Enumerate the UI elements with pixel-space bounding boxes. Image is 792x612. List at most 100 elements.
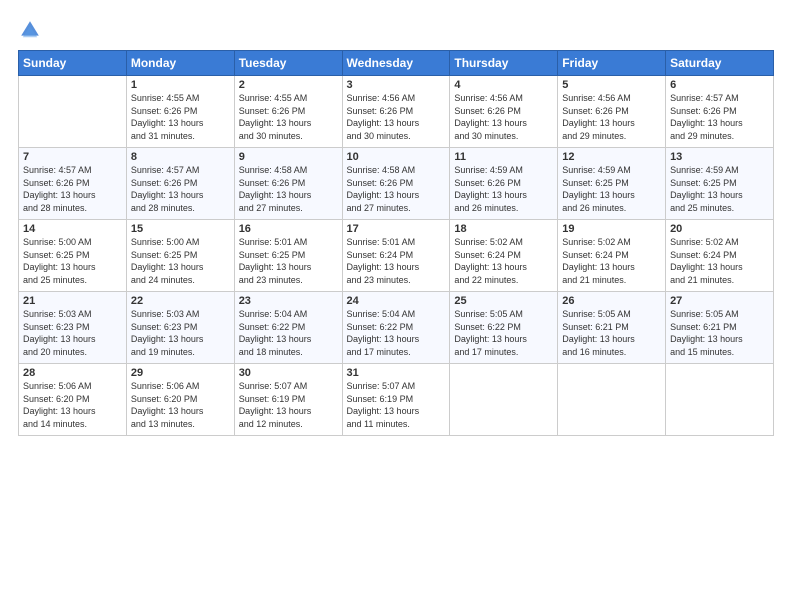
week-row: 14Sunrise: 5:00 AM Sunset: 6:25 PM Dayli…	[19, 220, 774, 292]
day-number: 26	[562, 295, 661, 307]
day-info: Sunrise: 5:01 AM Sunset: 6:24 PM Dayligh…	[347, 236, 446, 286]
column-header-thursday: Thursday	[450, 51, 558, 76]
day-number: 19	[562, 223, 661, 235]
day-info: Sunrise: 5:06 AM Sunset: 6:20 PM Dayligh…	[23, 380, 122, 430]
day-number: 23	[239, 295, 338, 307]
day-info: Sunrise: 4:58 AM Sunset: 6:26 PM Dayligh…	[239, 164, 338, 214]
day-info: Sunrise: 5:00 AM Sunset: 6:25 PM Dayligh…	[131, 236, 230, 286]
calendar-cell: 24Sunrise: 5:04 AM Sunset: 6:22 PM Dayli…	[342, 292, 450, 364]
day-number: 21	[23, 295, 122, 307]
calendar-cell: 30Sunrise: 5:07 AM Sunset: 6:19 PM Dayli…	[234, 364, 342, 436]
day-info: Sunrise: 5:01 AM Sunset: 6:25 PM Dayligh…	[239, 236, 338, 286]
day-number: 7	[23, 151, 122, 163]
day-number: 9	[239, 151, 338, 163]
calendar-cell: 2Sunrise: 4:55 AM Sunset: 6:26 PM Daylig…	[234, 76, 342, 148]
week-row: 28Sunrise: 5:06 AM Sunset: 6:20 PM Dayli…	[19, 364, 774, 436]
day-info: Sunrise: 5:02 AM Sunset: 6:24 PM Dayligh…	[454, 236, 553, 286]
day-number: 24	[347, 295, 446, 307]
calendar-cell: 3Sunrise: 4:56 AM Sunset: 6:26 PM Daylig…	[342, 76, 450, 148]
day-number: 12	[562, 151, 661, 163]
day-info: Sunrise: 4:56 AM Sunset: 6:26 PM Dayligh…	[562, 92, 661, 142]
header-row: SundayMondayTuesdayWednesdayThursdayFrid…	[19, 51, 774, 76]
column-header-friday: Friday	[558, 51, 666, 76]
day-number: 17	[347, 223, 446, 235]
calendar-cell: 5Sunrise: 4:56 AM Sunset: 6:26 PM Daylig…	[558, 76, 666, 148]
calendar-cell: 28Sunrise: 5:06 AM Sunset: 6:20 PM Dayli…	[19, 364, 127, 436]
calendar-cell: 8Sunrise: 4:57 AM Sunset: 6:26 PM Daylig…	[126, 148, 234, 220]
calendar-cell	[666, 364, 774, 436]
day-info: Sunrise: 5:05 AM Sunset: 6:21 PM Dayligh…	[670, 308, 769, 358]
calendar-cell: 13Sunrise: 4:59 AM Sunset: 6:25 PM Dayli…	[666, 148, 774, 220]
day-number: 3	[347, 79, 446, 91]
day-number: 22	[131, 295, 230, 307]
calendar-cell: 17Sunrise: 5:01 AM Sunset: 6:24 PM Dayli…	[342, 220, 450, 292]
day-info: Sunrise: 4:58 AM Sunset: 6:26 PM Dayligh…	[347, 164, 446, 214]
day-number: 20	[670, 223, 769, 235]
day-number: 15	[131, 223, 230, 235]
day-number: 18	[454, 223, 553, 235]
day-info: Sunrise: 4:55 AM Sunset: 6:26 PM Dayligh…	[239, 92, 338, 142]
calendar-cell: 16Sunrise: 5:01 AM Sunset: 6:25 PM Dayli…	[234, 220, 342, 292]
day-number: 6	[670, 79, 769, 91]
logo-icon	[18, 18, 42, 42]
day-number: 27	[670, 295, 769, 307]
calendar-cell: 31Sunrise: 5:07 AM Sunset: 6:19 PM Dayli…	[342, 364, 450, 436]
day-number: 25	[454, 295, 553, 307]
calendar-cell: 6Sunrise: 4:57 AM Sunset: 6:26 PM Daylig…	[666, 76, 774, 148]
column-header-monday: Monday	[126, 51, 234, 76]
day-number: 1	[131, 79, 230, 91]
week-row: 21 Sunrise: 5:03 AM Sunset: 6:23 PM Dayli…	[19, 292, 774, 364]
day-info: Sunrise: 5:02 AM Sunset: 6:24 PM Dayligh…	[670, 236, 769, 286]
calendar-cell: 12Sunrise: 4:59 AM Sunset: 6:25 PM Dayli…	[558, 148, 666, 220]
column-header-saturday: Saturday	[666, 51, 774, 76]
day-number: 2	[239, 79, 338, 91]
day-info: Sunrise: 4:57 AM Sunset: 6:26 PM Dayligh…	[131, 164, 230, 214]
day-info: Sunrise: 5:05 AM Sunset: 6:21 PM Dayligh…	[562, 308, 661, 358]
calendar-cell	[450, 364, 558, 436]
calendar-cell	[19, 76, 127, 148]
day-info: Sunrise: 5:03 AM Sunset: 6:23 PM Dayligh…	[131, 308, 230, 358]
calendar-cell: 11Sunrise: 4:59 AM Sunset: 6:26 PM Dayli…	[450, 148, 558, 220]
calendar-cell: 20Sunrise: 5:02 AM Sunset: 6:24 PM Dayli…	[666, 220, 774, 292]
day-number: 11	[454, 151, 553, 163]
header	[18, 18, 774, 42]
day-info: Sunrise: 4:55 AM Sunset: 6:26 PM Dayligh…	[131, 92, 230, 142]
day-info: Sunrise: 4:56 AM Sunset: 6:26 PM Dayligh…	[347, 92, 446, 142]
calendar-cell: 14Sunrise: 5:00 AM Sunset: 6:25 PM Dayli…	[19, 220, 127, 292]
day-info: Sunrise: 5:02 AM Sunset: 6:24 PM Dayligh…	[562, 236, 661, 286]
calendar-cell: 1Sunrise: 4:55 AM Sunset: 6:26 PM Daylig…	[126, 76, 234, 148]
day-info: Sunrise: 5:05 AM Sunset: 6:22 PM Dayligh…	[454, 308, 553, 358]
calendar-cell: 19Sunrise: 5:02 AM Sunset: 6:24 PM Dayli…	[558, 220, 666, 292]
day-info: Sunrise: 4:57 AM Sunset: 6:26 PM Dayligh…	[23, 164, 122, 214]
calendar-cell: 25Sunrise: 5:05 AM Sunset: 6:22 PM Dayli…	[450, 292, 558, 364]
calendar-cell: 22Sunrise: 5:03 AM Sunset: 6:23 PM Dayli…	[126, 292, 234, 364]
calendar-cell: 18Sunrise: 5:02 AM Sunset: 6:24 PM Dayli…	[450, 220, 558, 292]
calendar-cell: 10Sunrise: 4:58 AM Sunset: 6:26 PM Dayli…	[342, 148, 450, 220]
day-number: 14	[23, 223, 122, 235]
day-number: 8	[131, 151, 230, 163]
day-number: 13	[670, 151, 769, 163]
column-header-tuesday: Tuesday	[234, 51, 342, 76]
calendar-cell: 27Sunrise: 5:05 AM Sunset: 6:21 PM Dayli…	[666, 292, 774, 364]
calendar-cell: 21Sunrise: 5:03 AM Sunset: 6:23 PM Dayli…	[19, 292, 127, 364]
day-info: Sunrise: 5:04 AM Sunset: 6:22 PM Dayligh…	[239, 308, 338, 358]
calendar-cell: 4Sunrise: 4:56 AM Sunset: 6:26 PM Daylig…	[450, 76, 558, 148]
day-info: Sunrise: 4:56 AM Sunset: 6:26 PM Dayligh…	[454, 92, 553, 142]
day-info: Sunrise: 4:59 AM Sunset: 6:25 PM Dayligh…	[562, 164, 661, 214]
calendar-cell: 7Sunrise: 4:57 AM Sunset: 6:26 PM Daylig…	[19, 148, 127, 220]
week-row: 1Sunrise: 4:55 AM Sunset: 6:26 PM Daylig…	[19, 76, 774, 148]
day-number: 16	[239, 223, 338, 235]
calendar-cell: 15Sunrise: 5:00 AM Sunset: 6:25 PM Dayli…	[126, 220, 234, 292]
day-info: Sunrise: 5:04 AM Sunset: 6:22 PM Dayligh…	[347, 308, 446, 358]
day-info: Sunrise: 5:07 AM Sunset: 6:19 PM Dayligh…	[239, 380, 338, 430]
column-header-sunday: Sunday	[19, 51, 127, 76]
day-info: Sunrise: 5:00 AM Sunset: 6:25 PM Dayligh…	[23, 236, 122, 286]
calendar-cell: 23Sunrise: 5:04 AM Sunset: 6:22 PM Dayli…	[234, 292, 342, 364]
calendar-cell: 29Sunrise: 5:06 AM Sunset: 6:20 PM Dayli…	[126, 364, 234, 436]
calendar-cell: 9Sunrise: 4:58 AM Sunset: 6:26 PM Daylig…	[234, 148, 342, 220]
calendar-cell	[558, 364, 666, 436]
day-number: 28	[23, 367, 122, 379]
day-number: 30	[239, 367, 338, 379]
logo	[18, 18, 46, 42]
day-number: 10	[347, 151, 446, 163]
